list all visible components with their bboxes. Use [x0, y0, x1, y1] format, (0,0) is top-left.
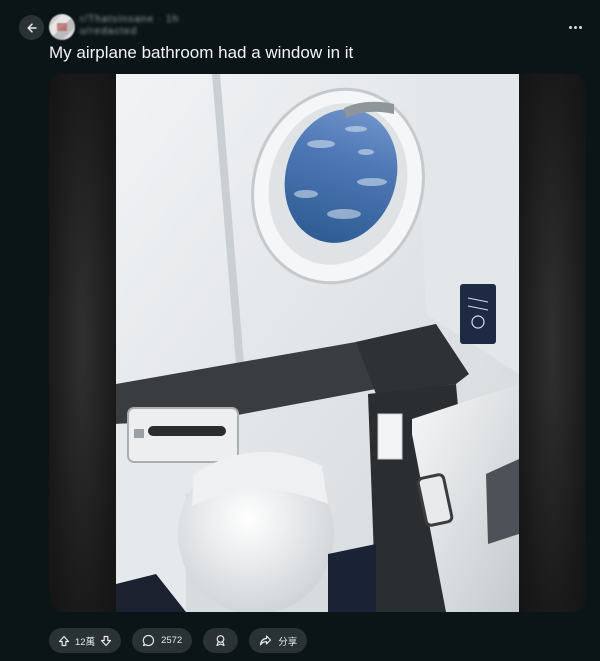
share-label: 分享 [278, 636, 298, 648]
comment-count: 2572 [161, 635, 183, 646]
arrow-up-icon [58, 635, 70, 646]
ellipsis-icon [568, 25, 572, 29]
poster-name[interactable]: u/redacted [80, 26, 220, 38]
comment-icon [142, 634, 155, 647]
post-actions: 12萬 2572 分享 [49, 628, 308, 653]
post-media[interactable] [49, 74, 586, 612]
arrow-down-icon [100, 635, 112, 646]
comments-button[interactable]: 2572 [132, 628, 193, 653]
no-smoking-sign [460, 284, 496, 344]
post-title: My airplane bathroom had a window in it [49, 43, 354, 62]
subreddit-name[interactable]: r/ThatsInsane · 1h [80, 14, 220, 26]
more-options-button[interactable] [564, 17, 586, 37]
share-button[interactable]: 分享 [249, 628, 308, 653]
award-icon [214, 634, 227, 647]
post-page: r/ThatsInsane · 1h u/redacted My airplan… [0, 0, 600, 661]
share-icon [259, 634, 272, 647]
vote-control: 12萬 [49, 628, 122, 653]
vote-count: 12萬 [75, 636, 96, 648]
media-blur-right [519, 74, 586, 612]
post-image[interactable] [116, 74, 519, 612]
subreddit-avatar[interactable] [49, 14, 75, 40]
back-button[interactable] [19, 15, 44, 40]
media-blur-left [49, 74, 116, 612]
post-header: r/ThatsInsane · 1h u/redacted [0, 0, 600, 40]
upvote-button[interactable] [58, 635, 70, 647]
arrow-left-icon [26, 22, 38, 34]
award-button[interactable] [203, 628, 239, 653]
downvote-button[interactable] [100, 635, 112, 647]
post-meta: r/ThatsInsane · 1h u/redacted [80, 14, 220, 40]
